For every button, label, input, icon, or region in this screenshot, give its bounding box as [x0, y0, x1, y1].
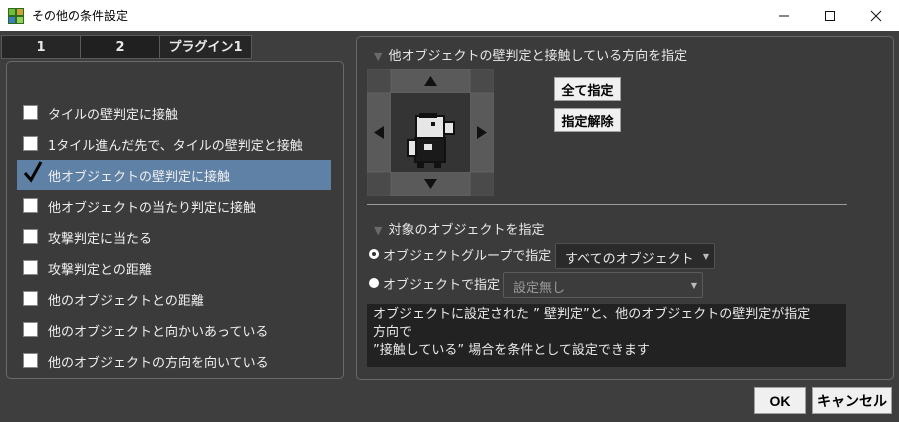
condition-label: 他オブジェクトの当たり判定に接触 — [48, 201, 257, 216]
condition-item[interactable]: 他オブジェクトの壁判定に接触 — [17, 160, 331, 190]
condition-checkbox[interactable] — [23, 198, 38, 213]
object-group-value: すべてのオブジェクト — [565, 252, 694, 267]
close-button[interactable] — [853, 0, 899, 31]
condition-checkbox[interactable] — [23, 260, 38, 275]
dropdown-arrow-icon: ▼ — [690, 281, 697, 290]
condition-label: タイルの壁判定に接触 — [48, 108, 179, 123]
condition-item[interactable]: 他のオブジェクトの方向を向いている — [17, 346, 331, 376]
condition-label: 攻撃判定との距離 — [48, 263, 152, 278]
collapse-triangle-icon: ▼ — [374, 224, 383, 237]
checkmark-icon[interactable] — [21, 158, 45, 186]
condition-list[interactable]: タイルの壁判定に接触 1タイル進んだ先で、タイルの壁判定と接触 他オブジェクトの壁判… — [6, 61, 344, 379]
condition-checkbox[interactable] — [23, 353, 38, 368]
object-radio[interactable] — [369, 278, 379, 288]
object-dropdown[interactable]: 設定無し ▼ — [503, 272, 703, 298]
condition-checkbox[interactable] — [23, 136, 38, 151]
collapse-triangle-icon: ▼ — [374, 50, 383, 63]
object-group-dropdown[interactable]: すべてのオブジェクト ▼ — [555, 243, 715, 269]
condition-item[interactable]: 他オブジェクトの当たり判定に接触 — [17, 191, 331, 221]
divider — [367, 204, 847, 205]
condition-item[interactable]: 他のオブジェクトと向かいあっている — [17, 315, 331, 345]
condition-item[interactable]: 1タイル進んだ先で、タイルの壁判定と接触 — [17, 129, 331, 159]
group-radio-label[interactable]: オブジェクトグループで指定 — [383, 245, 551, 264]
object-radio-label[interactable]: オブジェクトで指定 — [383, 274, 500, 293]
settings-panel: ▼ 他オブジェクトの壁判定と接触している方向を指定 全て指定 指定解除 ▼ 対象… — [356, 36, 894, 380]
condition-item[interactable]: 攻撃判定に当たる — [17, 222, 331, 252]
description-box: オブジェクトに設定された ” 壁判定”と、他のオブジェクトの壁判定が指定 方向で… — [367, 304, 846, 367]
condition-checkbox[interactable] — [23, 229, 38, 244]
condition-label: 他のオブジェクトと向かいあっている — [48, 325, 269, 340]
condition-label: 攻撃判定に当たる — [48, 232, 153, 247]
ok-button[interactable]: OK — [754, 387, 806, 414]
minimize-icon — [779, 15, 789, 16]
map-icon — [8, 8, 24, 24]
dialog-body: 1 2 プラグイン1 タイルの壁判定に接触 1タイル進んだ先で、タイルの壁判定と接… — [0, 31, 899, 422]
tab-2[interactable]: 2 — [80, 35, 160, 59]
select-all-button[interactable]: 全て指定 — [554, 77, 621, 101]
tab-1[interactable]: 1 — [1, 35, 81, 59]
maximize-button[interactable] — [807, 0, 853, 31]
tab-plugin1[interactable]: プラグイン1 — [159, 35, 252, 59]
close-icon — [870, 10, 882, 21]
condition-label: 1タイル進んだ先で、タイルの壁判定と接触 — [48, 139, 303, 154]
title-bar: その他の条件設定 — [0, 0, 899, 31]
group-radio[interactable] — [369, 249, 379, 259]
dropdown-arrow-icon: ▼ — [702, 252, 709, 261]
condition-label: 他オブジェクトの壁判定に接触 — [48, 170, 231, 185]
condition-item[interactable]: 他のオブジェクトを発見した — [17, 377, 331, 378]
minimize-button[interactable] — [761, 0, 807, 31]
clear-selection-button[interactable]: 指定解除 — [554, 108, 621, 132]
condition-item[interactable]: タイルの壁判定に接触 — [17, 98, 331, 128]
condition-checkbox[interactable] — [23, 322, 38, 337]
maximize-icon — [825, 10, 835, 21]
direction-selector[interactable] — [367, 69, 494, 196]
condition-item[interactable]: 他のオブジェクトとの距離 — [17, 284, 331, 314]
direction-section-heading: ▼ 他オブジェクトの壁判定と接触している方向を指定 — [374, 49, 688, 64]
condition-label: 他のオブジェクトとの距離 — [48, 294, 204, 309]
window-title: その他の条件設定 — [32, 9, 129, 23]
condition-item[interactable]: 攻撃判定との距離 — [17, 253, 331, 283]
condition-checkbox[interactable] — [23, 105, 38, 120]
cancel-button[interactable]: キャンセル — [812, 387, 892, 414]
condition-label: 他のオブジェクトの方向を向いている — [48, 356, 269, 371]
object-value: 設定無し — [513, 281, 566, 296]
condition-checkbox[interactable] — [23, 291, 38, 306]
target-section-heading: ▼ 対象のオブジェクトを指定 — [374, 223, 545, 238]
